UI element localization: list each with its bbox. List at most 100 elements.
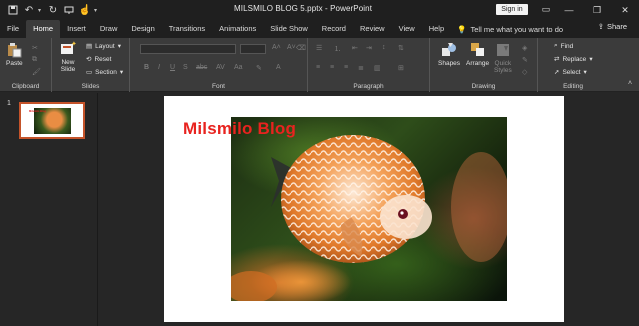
slide-title[interactable]: Milsmilo Blog [183, 119, 296, 139]
section-label: Section [95, 68, 117, 76]
undo-dropdown-icon[interactable]: ▾ [38, 7, 44, 14]
slides-group: ✦ New Slide ▤ Layout ▾ ⟲ Reset ▭ Section… [52, 38, 130, 92]
quick-styles-label-1: Quick [494, 60, 512, 67]
minimize-icon[interactable]: — [555, 0, 583, 20]
new-slide-label-1: New [61, 59, 75, 66]
redo-icon[interactable]: ↻ [46, 3, 60, 17]
tell-me-label: Tell me what you want to do [470, 24, 564, 34]
align-left-icon[interactable]: ≡ [316, 64, 320, 71]
tab-view[interactable]: View [392, 20, 422, 38]
tab-help[interactable]: Help [422, 20, 451, 38]
clear-formatting-icon[interactable]: ⌫ [296, 44, 306, 52]
shadow-icon[interactable]: S [183, 64, 188, 71]
align-center-icon[interactable]: ≡ [330, 64, 334, 71]
character-spacing-icon[interactable]: AV [216, 64, 225, 71]
chevron-down-icon: ▾ [583, 69, 587, 76]
shapes-icon [442, 43, 457, 56]
tab-record[interactable]: Record [315, 20, 353, 38]
collapse-ribbon-icon[interactable]: ˄ [628, 80, 632, 87]
new-slide-icon: ✦ [61, 41, 76, 54]
font-name-field[interactable] [140, 44, 236, 54]
reset-button[interactable]: ⟲ Reset [86, 55, 112, 64]
new-slide-button[interactable]: ✦ New Slide [60, 41, 76, 73]
tab-home[interactable]: Home [26, 20, 61, 38]
select-icon: ➚ [554, 69, 560, 76]
quick-styles-label-2: Styles [494, 67, 512, 74]
font-size-field[interactable] [240, 44, 266, 54]
tab-design[interactable]: Design [124, 20, 161, 38]
highlight-icon[interactable]: ✎ [256, 64, 262, 72]
bullets-icon[interactable]: ☰ [316, 44, 322, 52]
font-label: Font [211, 83, 225, 90]
restore-icon[interactable]: ❐ [583, 0, 611, 20]
italic-icon[interactable]: I [158, 64, 160, 71]
ribbon: Paste ✂ ⧉ 🖌 Clipboard ✦ New Slide ▤ Layo… [0, 38, 639, 92]
slide-number: 1 [7, 100, 11, 107]
touch-mode-icon[interactable]: ☝ [78, 3, 92, 17]
paste-button[interactable]: Paste [6, 42, 23, 67]
columns-icon[interactable]: ▥ [374, 64, 381, 72]
chevron-down-icon: ▾ [119, 69, 124, 76]
drawing-group: Shapes Arrange Quick Styles ◈ ✎ ◇ Drawin… [430, 38, 538, 92]
present-from-beginning-icon[interactable] [62, 3, 76, 17]
arrange-label: Arrange [466, 60, 490, 67]
tab-insert[interactable]: Insert [60, 20, 93, 38]
font-color-icon[interactable]: A [276, 64, 281, 71]
window-controls: — ❐ ✕ [555, 0, 639, 20]
select-label: Select [562, 68, 581, 76]
decrease-font-icon[interactable]: A˅ [287, 44, 296, 51]
increase-font-icon[interactable]: A˄ [272, 44, 281, 51]
smartart-icon[interactable]: ⊞ [398, 64, 404, 72]
increase-indent-icon[interactable]: ⇥ [366, 44, 372, 52]
reset-label: Reset [94, 55, 112, 63]
share-button[interactable]: ⇪ Share [598, 22, 627, 31]
paragraph-group: ☰ ⒈ ⇤ ⇥ ↕ ⇅ ≡ ≡ ≡ ≣ ▥ ⊞ Paragraph [308, 38, 430, 92]
layout-label: Layout [95, 42, 115, 50]
save-icon[interactable] [6, 3, 20, 17]
line-spacing-icon[interactable]: ↕ [382, 44, 386, 51]
shape-effects-icon[interactable]: ◇ [522, 68, 527, 76]
copy-icon[interactable]: ⧉ [32, 56, 37, 64]
bold-icon[interactable]: B [144, 64, 149, 71]
find-button[interactable]: ⌕ Find [554, 42, 573, 50]
ribbon-display-options-icon[interactable]: ▭ [540, 4, 552, 15]
tell-me-search[interactable]: 💡 Tell me what you want to do [457, 25, 563, 34]
text-direction-icon[interactable]: ⇅ [398, 44, 404, 52]
slides-label: Slides [81, 83, 100, 90]
cut-icon[interactable]: ✂ [32, 44, 38, 52]
select-button[interactable]: ➚ Select ▾ [554, 68, 587, 77]
customize-qat-icon[interactable]: ▾ [94, 7, 100, 14]
format-painter-icon[interactable]: 🖌 [32, 68, 41, 76]
justify-icon[interactable]: ≣ [358, 64, 364, 72]
numbering-icon[interactable]: ⒈ [334, 44, 341, 54]
tab-transitions[interactable]: Transitions [162, 20, 212, 38]
clipboard-group: Paste ✂ ⧉ 🖌 Clipboard [0, 38, 52, 92]
sign-in-button[interactable]: Sign in [496, 4, 528, 15]
change-case-icon[interactable]: Aa [234, 64, 243, 71]
lightbulb-icon: 💡 [457, 24, 467, 34]
quick-access-toolbar: ↶ ▾ ↻ ☝ ▾ [0, 3, 100, 17]
shapes-button[interactable]: Shapes [438, 42, 460, 67]
tab-review[interactable]: Review [353, 20, 392, 38]
quick-styles-button[interactable]: Quick Styles [494, 42, 512, 74]
fish-photo[interactable] [231, 117, 507, 301]
arrange-button[interactable]: Arrange [466, 42, 489, 67]
shape-fill-icon[interactable]: ◈ [522, 44, 527, 52]
tab-draw[interactable]: Draw [93, 20, 125, 38]
underline-icon[interactable]: U [170, 64, 175, 71]
undo-icon[interactable]: ↶ [22, 3, 36, 17]
align-right-icon[interactable]: ≡ [344, 64, 348, 71]
close-icon[interactable]: ✕ [611, 0, 639, 20]
tab-slide-show[interactable]: Slide Show [263, 20, 315, 38]
tab-animations[interactable]: Animations [212, 20, 263, 38]
layout-button[interactable]: ▤ Layout ▾ [86, 42, 121, 51]
section-button[interactable]: ▭ Section ▾ [86, 68, 124, 77]
arrange-icon [470, 43, 484, 56]
replace-button[interactable]: ⇄ Replace ▾ [554, 55, 593, 64]
decrease-indent-icon[interactable]: ⇤ [352, 44, 358, 52]
tab-file[interactable]: File [0, 20, 26, 38]
strikethrough-icon[interactable]: abc [196, 64, 207, 71]
shapes-label: Shapes [438, 60, 461, 67]
shape-outline-icon[interactable]: ✎ [522, 56, 528, 64]
slide-thumbnail[interactable]: Milsmilo Blog [19, 102, 85, 139]
